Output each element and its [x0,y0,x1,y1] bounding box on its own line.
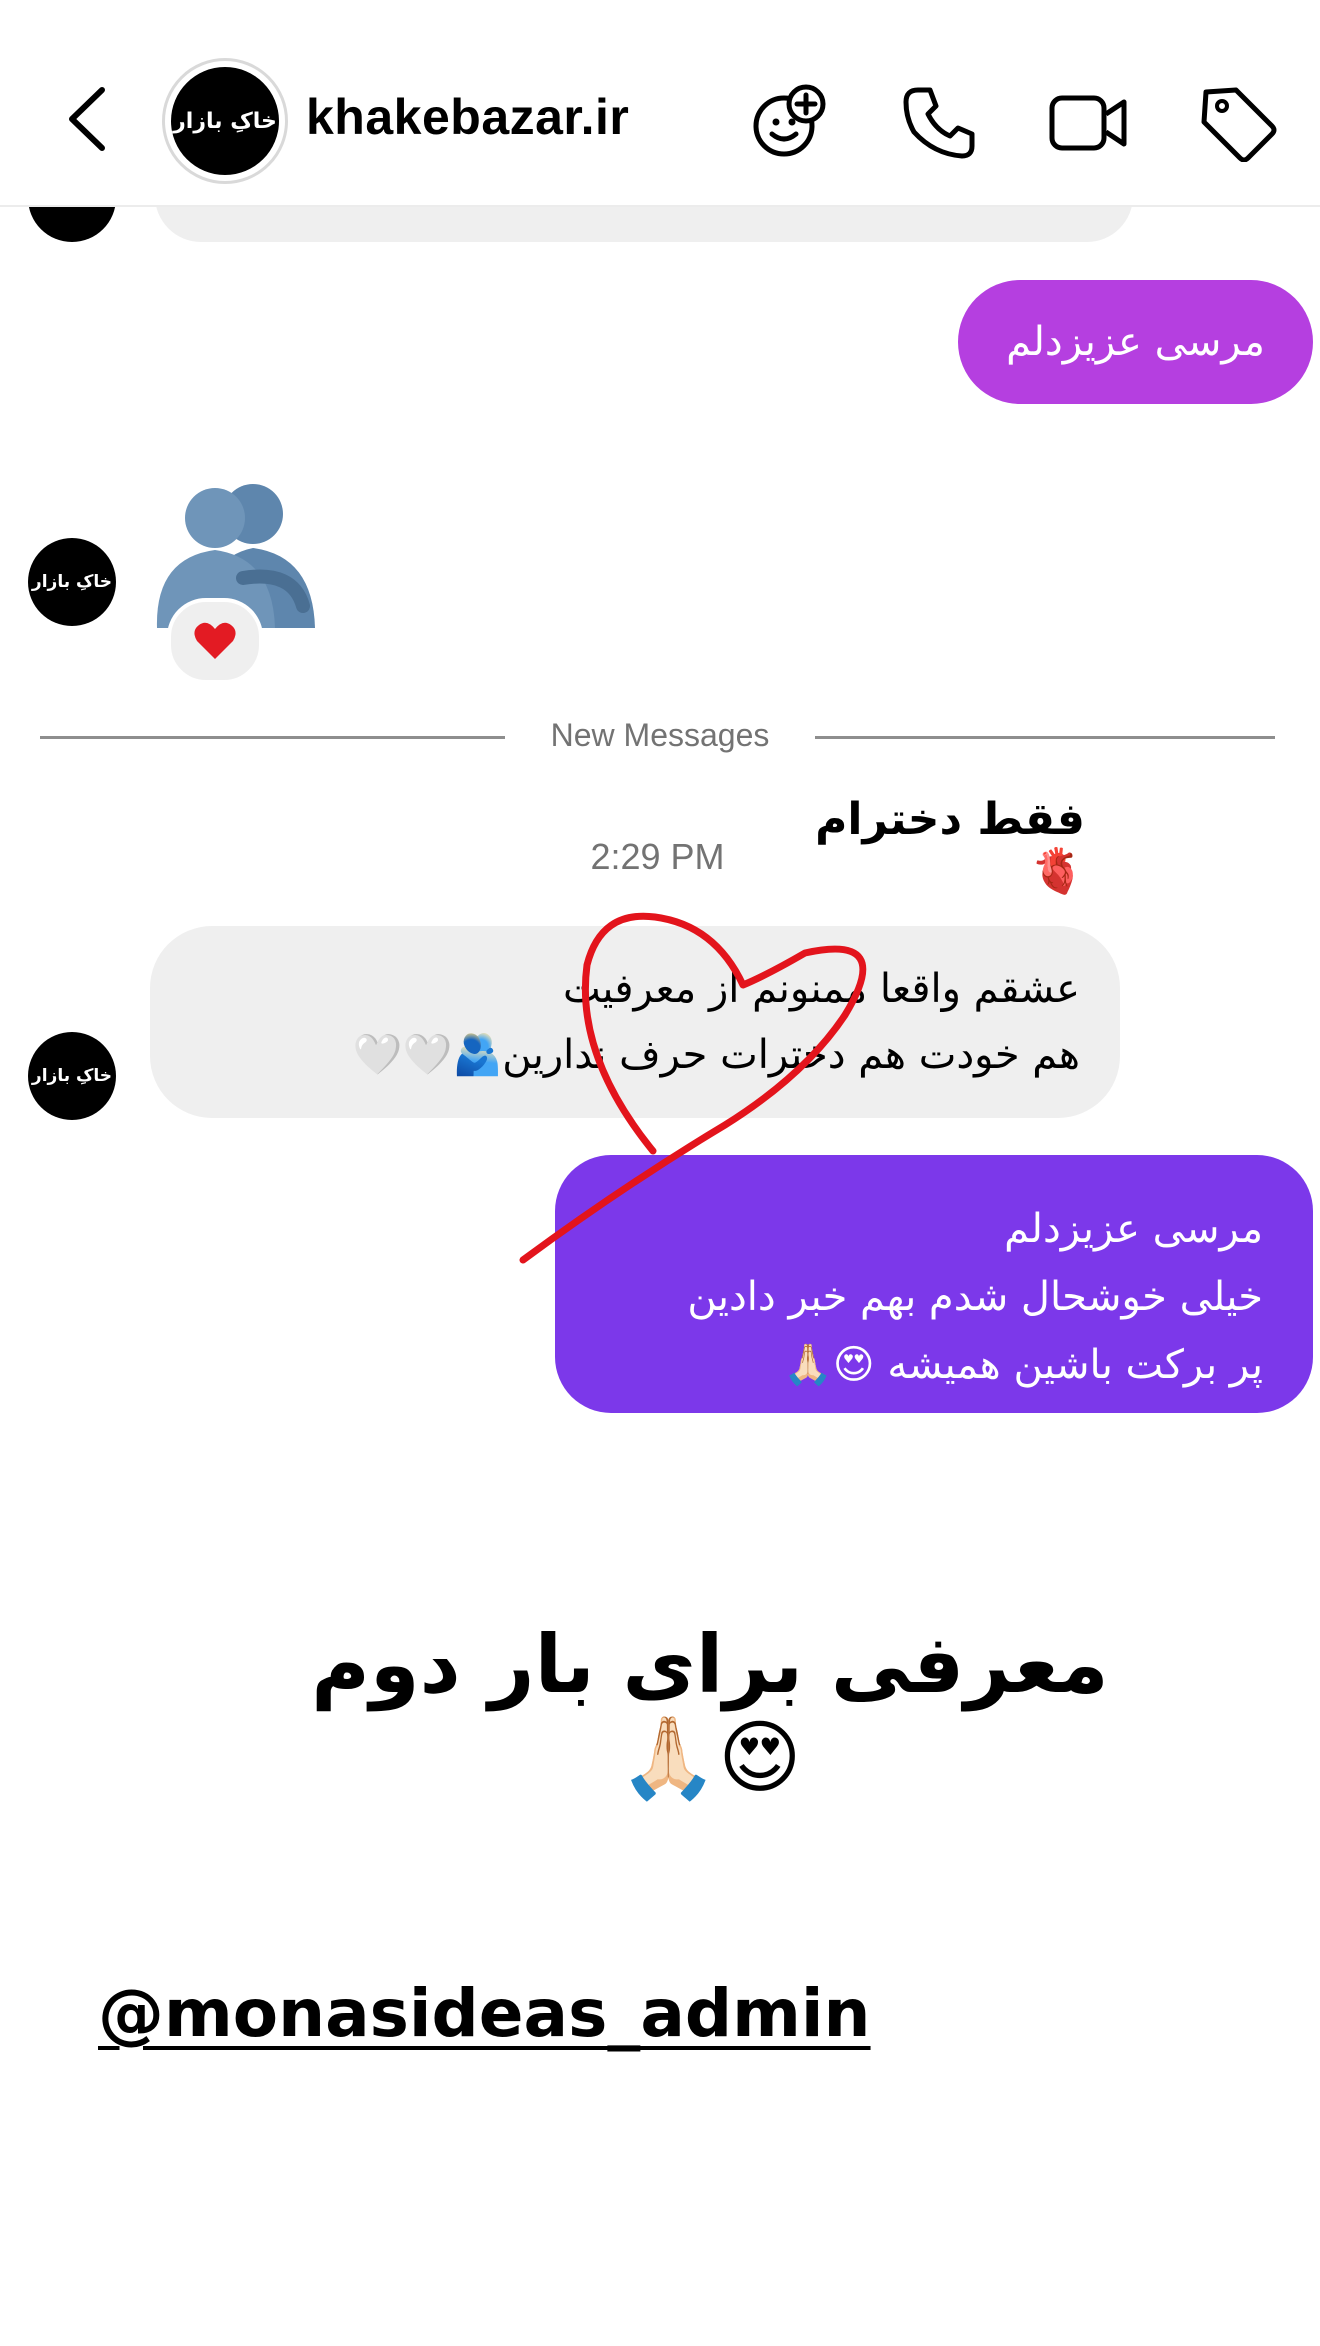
avatar-logo-text: خاکِ بازار [31,572,113,592]
profile-avatar[interactable]: خاکِ بازار [162,58,288,184]
message-text: خیلی خوشحال شدم بهم خبر دادین [687,1274,1263,1320]
message-text: مرسی عزیزدلم [1004,1206,1263,1252]
chat-header: خاکِ بازار khakebazar.ir [0,0,1320,207]
voice-call-button[interactable] [900,82,980,162]
red-heart-icon [194,622,236,659]
back-button[interactable] [60,82,120,157]
tag-icon [1201,87,1277,163]
new-messages-divider: New Messages [550,717,770,753]
message-text: هم خودت هم دخترات حرف ندارین🫂🤍🤍 [352,1032,1080,1078]
divider-line [815,736,1275,739]
reaction-badge[interactable] [167,598,263,684]
phone-icon [903,87,975,159]
message-bubble-outgoing[interactable]: مرسی عزیزدلم خیلی خوشحال شدم بهم خبر داد… [555,1155,1313,1413]
sticker-add-icon [753,84,826,157]
back-icon [69,87,105,151]
avatar: خاکِ بازار [28,1032,116,1120]
avatar-logo-text: خاکِ بازار [31,1066,113,1086]
video-icon [1049,95,1127,151]
chat-username[interactable]: khakebazar.ir [306,88,629,146]
avatar: خاکِ بازار [28,538,116,626]
message-timestamp: 2:29 PM [590,836,725,877]
sticker-add-button[interactable] [750,82,830,162]
message-bubble-outgoing[interactable]: مرسی عزیزدلم [958,280,1313,404]
message-text: عشقم واقعا ممنونم از معرفیت [562,966,1080,1012]
message-bubble-incoming[interactable]: عشقم واقعا ممنونم از معرفیت هم خودت هم د… [150,926,1120,1118]
tag-button[interactable] [1198,82,1278,163]
story-caption: معرفی برای بار دوم 😍🙏🏻 [311,1618,1109,1804]
video-call-button[interactable] [1048,82,1128,162]
story-overlay-label: فقط دخترام🫀 [815,794,1085,897]
avatar-logo-text: خاکِ بازار [171,67,279,175]
divider-line [40,736,505,739]
mention-handle[interactable]: @monasideas_admin [98,1975,871,2052]
message-text: پر برکت باشین همیشه 😍🙏🏻 [783,1342,1263,1388]
